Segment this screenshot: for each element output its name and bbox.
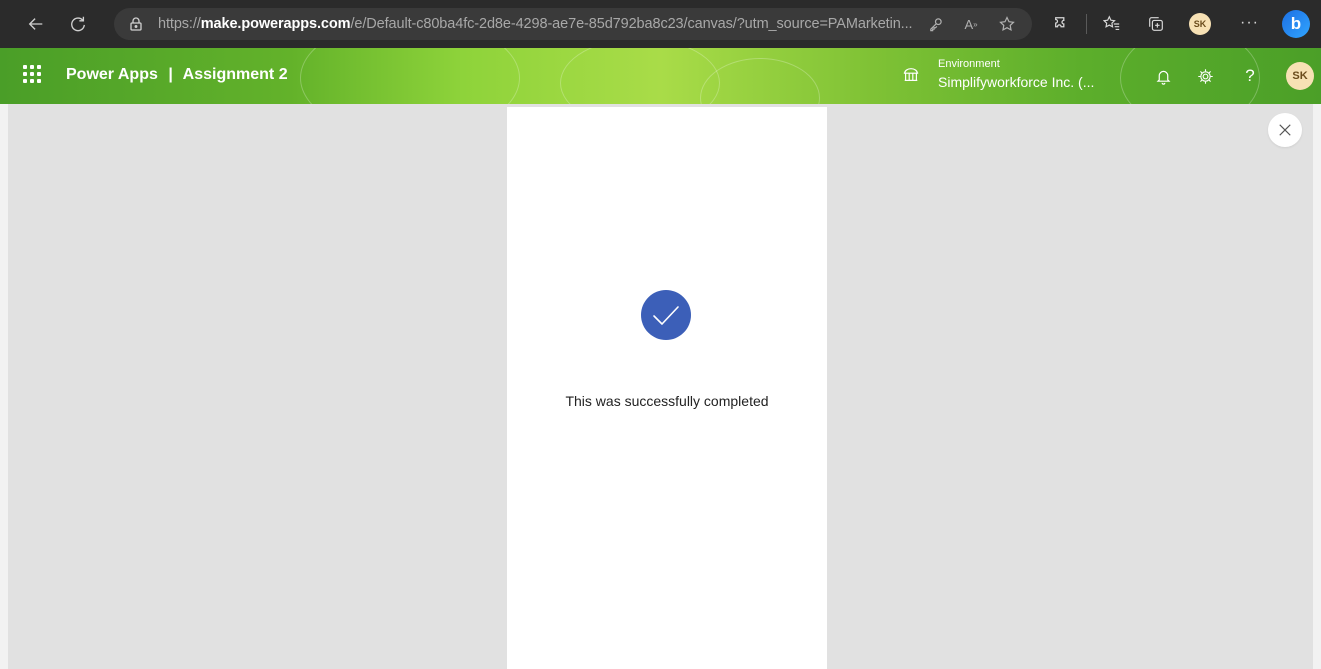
environment-picker[interactable]: Simplifyworkforce Inc. (...: [938, 74, 1094, 90]
lock-icon: [128, 16, 144, 32]
page-title: Power Apps | Assignment 2: [66, 66, 288, 84]
toolbar-divider: [1086, 14, 1087, 34]
header-decoration: [560, 48, 720, 104]
back-button[interactable]: [20, 8, 52, 40]
app-canvas-screen: This was successfully completed: [507, 107, 827, 669]
header-decoration: [700, 58, 820, 104]
more-options-icon[interactable]: ···: [1240, 14, 1259, 32]
page-edge-right: [1313, 104, 1321, 669]
refresh-icon: [71, 16, 85, 32]
environment-icon[interactable]: [902, 66, 922, 86]
url-text: https://make.powerapps.com/e/Default-c80…: [158, 16, 918, 32]
favorite-add-icon[interactable]: [998, 15, 1016, 33]
browser-profile-avatar[interactable]: SK: [1189, 13, 1211, 35]
key-icon[interactable]: [926, 15, 944, 33]
settings-gear-icon[interactable]: [1194, 65, 1216, 87]
refresh-button[interactable]: [62, 8, 94, 40]
app-launcher-icon[interactable]: [23, 65, 41, 83]
address-bar[interactable]: https://make.powerapps.com/e/Default-c80…: [114, 8, 1032, 40]
copilot-icon[interactable]: b: [1282, 10, 1310, 38]
browser-toolbar: https://make.powerapps.com/e/Default-c80…: [0, 0, 1321, 48]
url-host: make.powerapps.com: [200, 16, 351, 32]
collections-icon[interactable]: [1145, 13, 1167, 35]
app-name[interactable]: Power Apps: [66, 66, 158, 83]
notifications-icon[interactable]: [1152, 65, 1174, 87]
success-check-icon: [641, 290, 691, 340]
url-path: /e/Default-c80ba4fc-2d8e-4298-ae7e-85d79…: [350, 16, 913, 32]
environment-label: Environment: [938, 58, 1000, 70]
app-title: Assignment 2: [182, 66, 288, 83]
page-edge-left: [0, 104, 8, 669]
arrow-left-icon: [28, 18, 43, 30]
extensions-icon[interactable]: [1051, 13, 1073, 35]
help-icon[interactable]: ?: [1239, 65, 1261, 87]
url-prefix: https://: [158, 16, 201, 32]
user-avatar[interactable]: SK: [1286, 62, 1314, 90]
title-separator: |: [168, 66, 173, 83]
favorites-icon[interactable]: [1101, 13, 1123, 35]
success-message: This was successfully completed: [565, 393, 769, 409]
close-button[interactable]: [1268, 113, 1302, 147]
power-apps-header: Power Apps | Assignment 2 Environment Si…: [0, 48, 1321, 104]
header-decoration: [300, 48, 520, 104]
close-icon: [1279, 124, 1291, 136]
read-aloud-icon[interactable]: A»: [962, 15, 980, 33]
